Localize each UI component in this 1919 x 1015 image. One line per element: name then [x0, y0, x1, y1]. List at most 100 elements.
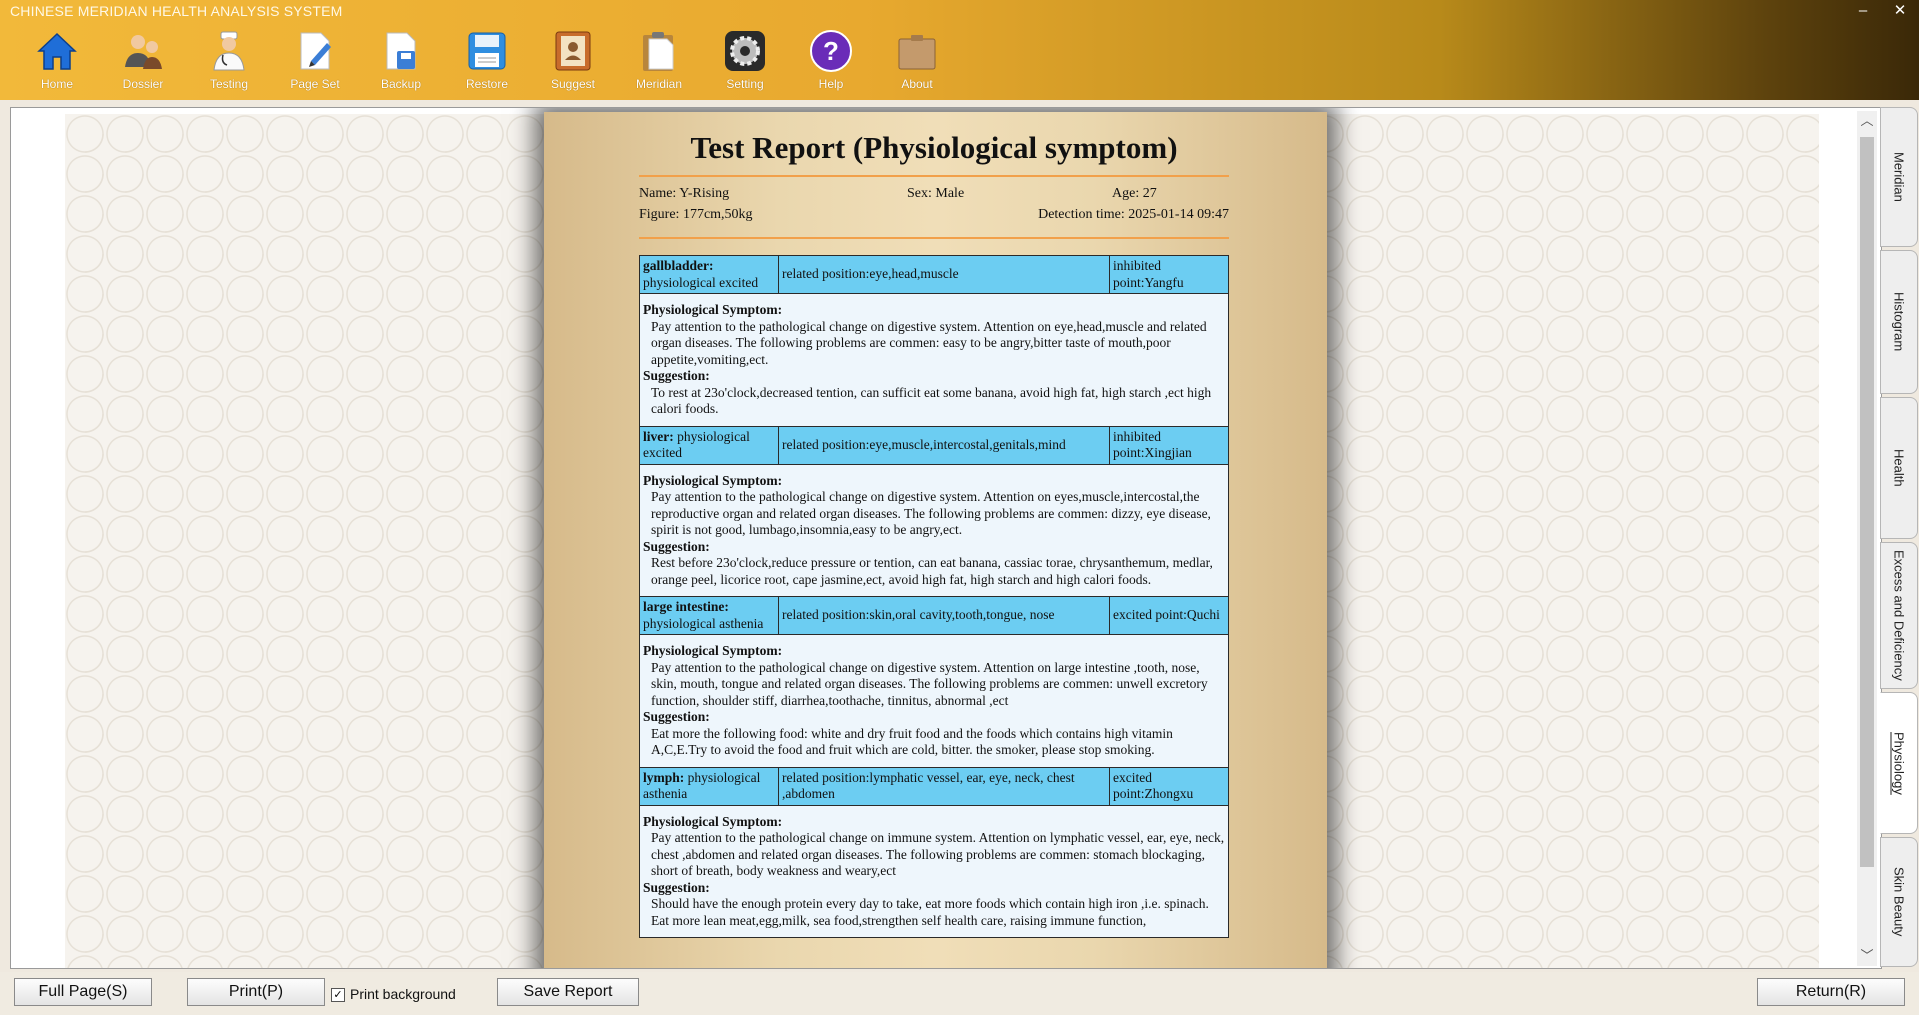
tab-excess-and-deficiency[interactable]: Excess and Deficiency — [1880, 542, 1918, 689]
toolbar-meridian-button[interactable]: Meridian — [616, 28, 702, 96]
patient-age: Age: 27 — [1112, 186, 1157, 201]
toolbar-testing-button[interactable]: Testing — [186, 28, 272, 96]
svg-text:?: ? — [823, 36, 839, 66]
patient-sex: Sex: Male — [907, 186, 965, 201]
toolbar-suggest-button[interactable]: Suggest — [530, 28, 616, 96]
toolbar-label: Home — [40, 77, 73, 91]
toolbar-backup-button[interactable]: Backup — [358, 28, 444, 96]
suggestion-text: Eat more the following food: white and d… — [651, 725, 1173, 758]
clipboard-icon — [636, 28, 682, 74]
toolbar-label: Backup — [380, 77, 422, 91]
save-report-button[interactable]: Save Report — [497, 978, 639, 1006]
symptom-label: Physiological Symptom: — [643, 813, 783, 829]
symptom-label: Physiological Symptom: — [643, 643, 783, 658]
bottom-bar: Full Page(S) Print(P) ✓ Print background… — [0, 972, 1919, 1015]
toolbar-page-set-button[interactable]: Page Set — [272, 28, 358, 96]
patient-figure: Figure: 177cm,50kg — [639, 207, 753, 222]
home-icon — [34, 28, 80, 74]
toolbar-home-button[interactable]: Home — [14, 28, 100, 96]
toolbar-label: Setting — [726, 77, 764, 91]
print-button[interactable]: Print(P) — [187, 978, 325, 1006]
patient-name: Name: Y-Rising — [639, 186, 730, 201]
tab-health[interactable]: Health — [1880, 397, 1918, 539]
toolbar-label: About — [901, 77, 933, 91]
suggestion-text: To rest at 23o'clock,decreased tention, … — [651, 384, 1212, 417]
symptom-text: Pay attention to the pathological change… — [651, 318, 1207, 367]
organ-detail-row: Physiological Symptom: Pay attention to … — [639, 634, 1229, 768]
toolbar-about-button[interactable]: About — [874, 28, 960, 96]
vertical-scrollbar[interactable]: ︿ ﹀ — [1857, 111, 1877, 966]
organ-header-row: lymph: physiological asthenia related po… — [639, 766, 1229, 806]
doctor-icon — [206, 28, 252, 74]
toolbar-label: Help — [818, 77, 844, 91]
scroll-up-icon[interactable]: ︿ — [1857, 111, 1877, 131]
detection-time: Detection time: 2025-01-14 09:47 — [1038, 207, 1229, 222]
tab-histogram[interactable]: Histogram — [1880, 250, 1918, 394]
scroll-thumb[interactable] — [1860, 137, 1874, 867]
point-cell: excited point:Quchi — [1109, 596, 1229, 635]
suggestion-label: Suggestion: — [643, 538, 710, 554]
toolbar-label: Dossier — [122, 77, 164, 91]
organ-header-row: large intestine: physiological asthenia r… — [639, 596, 1229, 635]
organ-detail-row: Physiological Symptom: Pay attention to … — [639, 293, 1229, 427]
tab-physiology[interactable]: Physiology — [1880, 692, 1918, 834]
toolbar-label: Suggest — [550, 77, 596, 91]
symptom-text: Pay attention to the pathological change… — [651, 659, 1208, 708]
toolbar-help-button[interactable]: ? Help — [788, 28, 874, 96]
suggestion-label: Suggestion: — [643, 709, 710, 724]
save-document-icon — [378, 28, 424, 74]
divider — [639, 237, 1229, 239]
toolbar: Home Dossier Testing Page Set Backup Res… — [14, 28, 960, 96]
organ-cell: gallbladder: physiological excited — [639, 255, 779, 294]
suggestion-label: Suggestion: — [643, 879, 710, 895]
symptom-label: Physiological Symptom: — [643, 472, 783, 488]
scroll-down-icon[interactable]: ﹀ — [1857, 946, 1877, 966]
suggestion-text: Rest before 23o'clock,reduce pressure or… — [651, 555, 1213, 587]
report-page: Test Report (Physiological symptom) Name… — [544, 112, 1327, 968]
toolbar-label: Testing — [209, 77, 249, 91]
suggestion-label: Suggestion: — [643, 368, 710, 383]
point-cell: inhibited point:Yangfu — [1109, 255, 1229, 294]
toolbar-dossier-button[interactable]: Dossier — [100, 28, 186, 96]
point-cell: inhibited point:Xingjian — [1109, 425, 1229, 465]
print-background-label: Print background — [350, 986, 456, 1002]
side-tabs: Meridian Histogram Health Excess and Def… — [1880, 107, 1918, 967]
organ-detail-row: Physiological Symptom: Pay attention to … — [639, 463, 1229, 597]
app-title: CHINESE MERIDIAN HEALTH ANALYSIS SYSTEM — [10, 3, 343, 19]
suggestion-text: Should have the enough protein every day… — [651, 896, 1209, 928]
organ-cell: liver: physiological excited — [639, 425, 779, 465]
tab-meridian[interactable]: Meridian — [1880, 107, 1918, 247]
minimize-button[interactable]: – — [1853, 2, 1873, 20]
symptom-label: Physiological Symptom: — [643, 302, 783, 317]
tab-skin-beauty[interactable]: Skin Beauty — [1880, 837, 1918, 967]
organ-detail-row: Physiological Symptom: Pay attention to … — [639, 804, 1229, 938]
restore-disk-icon — [464, 28, 510, 74]
organ-header-row: gallbladder: physiological excited relate… — [639, 255, 1229, 294]
report-title: Test Report (Physiological symptom) — [690, 130, 1178, 165]
full-page-button[interactable]: Full Page(S) — [14, 978, 152, 1006]
position-cell: related position:lymphatic vessel, ear, … — [778, 766, 1110, 806]
report-table: gallbladder: physiological excited relate… — [639, 255, 1229, 938]
toolbar-label: Page Set — [290, 77, 340, 91]
toolbar-setting-button[interactable]: Setting — [702, 28, 788, 96]
point-cell: excited point:Zhongxu — [1109, 766, 1229, 806]
symptom-text: Pay attention to the pathological change… — [651, 489, 1211, 537]
print-background-checkbox[interactable]: ✓ — [331, 988, 345, 1002]
page-edit-icon — [292, 28, 338, 74]
position-cell: related position:eye,head,muscle — [778, 255, 1110, 294]
organ-cell: lymph: physiological asthenia — [639, 766, 779, 806]
help-icon: ? — [808, 28, 854, 74]
gear-icon — [722, 28, 768, 74]
users-icon — [120, 28, 166, 74]
report-viewer: Test Report (Physiological symptom) Name… — [10, 107, 1882, 969]
patient-info: Name: Y-Rising Sex: Male Age: 27 Figure:… — [639, 177, 1229, 237]
return-button[interactable]: Return(R) — [1757, 978, 1905, 1006]
toolbar-label: Meridian — [635, 77, 683, 91]
folder-icon — [894, 28, 940, 74]
toolbar-restore-button[interactable]: Restore — [444, 28, 530, 96]
close-button[interactable]: ✕ — [1890, 2, 1910, 20]
toolbar-label: Restore — [465, 77, 509, 91]
organ-header-row: liver: physiological excited related pos… — [639, 425, 1229, 465]
address-book-icon — [550, 28, 596, 74]
position-cell: related position:eye,muscle,intercostal,… — [778, 425, 1110, 465]
